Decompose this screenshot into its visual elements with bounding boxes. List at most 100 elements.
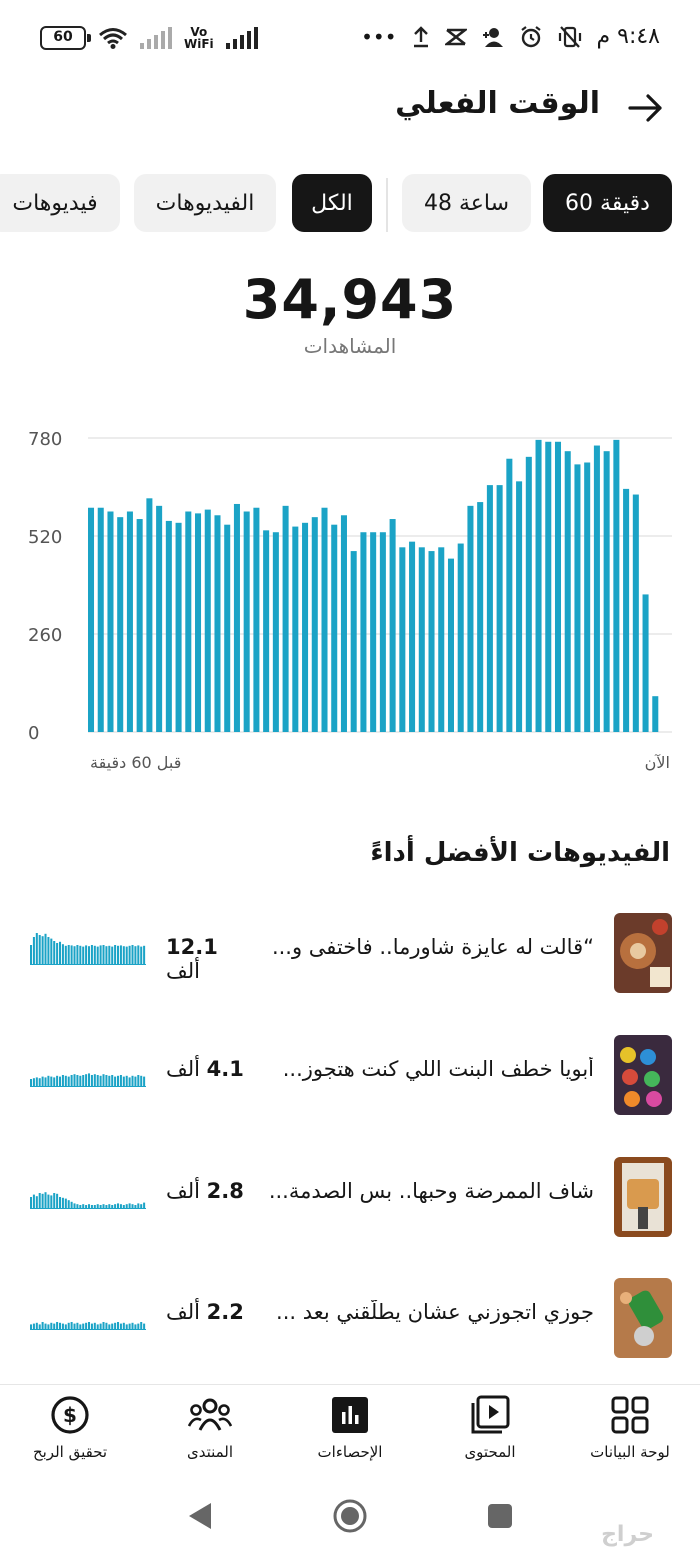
chart-bar[interactable] bbox=[321, 507, 328, 732]
sparkline-bar bbox=[38, 1193, 41, 1209]
sparkline-bar bbox=[73, 946, 76, 965]
video-views-number: 4.1 bbox=[206, 1057, 244, 1081]
tab-all[interactable]: الكل bbox=[292, 174, 372, 232]
chart-bar[interactable] bbox=[418, 547, 425, 732]
chart-bar[interactable] bbox=[233, 503, 240, 732]
chart-bar[interactable] bbox=[117, 517, 124, 732]
chart-bar[interactable] bbox=[486, 485, 493, 732]
chart-bar[interactable] bbox=[253, 507, 260, 732]
chart-bar[interactable] bbox=[564, 451, 571, 732]
vowifi-indicator: Vo WiFi bbox=[184, 26, 214, 50]
tab-48-hours[interactable]: 48 ساعة bbox=[402, 174, 531, 232]
chart-bar[interactable] bbox=[292, 526, 299, 732]
video-views: 4.1 ألف bbox=[166, 1057, 246, 1081]
chart-bar[interactable] bbox=[574, 464, 581, 732]
chart-bar[interactable] bbox=[554, 441, 562, 732]
chart-bar[interactable] bbox=[525, 456, 532, 732]
system-recents-button[interactable] bbox=[478, 1494, 522, 1538]
chart-bar[interactable] bbox=[224, 524, 231, 732]
chart-bar[interactable] bbox=[593, 445, 600, 732]
chart-bar[interactable] bbox=[477, 502, 484, 732]
video-thumbnail bbox=[614, 1035, 672, 1115]
tab-60-minutes[interactable]: 60 دقيقة bbox=[543, 174, 672, 232]
video-row[interactable]: أبويا خطف البنت اللي كنت هتجوز... 4.1 أل… bbox=[0, 1035, 700, 1115]
chart-bar[interactable] bbox=[126, 511, 133, 733]
sparkline-bar bbox=[32, 1078, 35, 1087]
chart-bar[interactable] bbox=[652, 696, 659, 732]
chart-bar[interactable] bbox=[535, 439, 542, 732]
nav-analytics[interactable]: الإحصاءات bbox=[285, 1393, 415, 1461]
tab-videos-2[interactable]: فيديوهات bbox=[0, 174, 120, 232]
chart-bar[interactable] bbox=[428, 551, 435, 732]
chart-bar[interactable] bbox=[302, 522, 309, 732]
chart-bar[interactable] bbox=[506, 458, 513, 732]
chart-bar[interactable] bbox=[243, 511, 250, 733]
sparkline-bar bbox=[50, 1322, 53, 1330]
chart-bar[interactable] bbox=[447, 558, 454, 732]
chart-bar[interactable] bbox=[136, 519, 143, 732]
chart-bar[interactable] bbox=[195, 513, 202, 732]
tab-videos[interactable]: الفيديوهات bbox=[134, 174, 276, 232]
chart-bar[interactable] bbox=[107, 511, 114, 733]
chart-x-start-label: قبل 60 دقيقة bbox=[90, 753, 181, 772]
video-row[interactable]: شاف الممرضة وحبها.. بس الصدمة... 2.8 ألف bbox=[0, 1157, 700, 1237]
chart-bar[interactable] bbox=[370, 532, 377, 732]
chart-bar[interactable] bbox=[311, 517, 318, 732]
sparkline-bar bbox=[59, 941, 62, 965]
chart-bar[interactable] bbox=[379, 532, 386, 732]
system-back-button[interactable] bbox=[178, 1494, 222, 1538]
nav-content[interactable]: المحتوى bbox=[425, 1393, 555, 1461]
chart-bar[interactable] bbox=[632, 494, 639, 732]
chart-bar[interactable] bbox=[584, 462, 591, 733]
nav-monetization[interactable]: $ تحقيق الربح bbox=[5, 1393, 135, 1461]
chart-bar[interactable] bbox=[156, 505, 163, 732]
video-thumbnail bbox=[614, 1278, 672, 1358]
chart-bar[interactable] bbox=[613, 439, 620, 732]
chart-bar[interactable] bbox=[409, 541, 416, 732]
chart-bar[interactable] bbox=[214, 515, 221, 732]
chart-bar[interactable] bbox=[331, 524, 338, 732]
chart-bar[interactable] bbox=[263, 530, 270, 732]
chart-bar[interactable] bbox=[399, 547, 406, 732]
chart-bar[interactable] bbox=[457, 543, 464, 732]
chart-bar[interactable] bbox=[88, 507, 95, 732]
chart-bar[interactable] bbox=[350, 551, 357, 732]
sparkline-bar bbox=[44, 1077, 47, 1087]
sparkline-bar bbox=[61, 1075, 64, 1087]
content-icon bbox=[425, 1393, 555, 1437]
sparkline-bar bbox=[114, 1322, 117, 1330]
chart-bar[interactable] bbox=[623, 488, 630, 732]
back-button[interactable] bbox=[620, 82, 672, 134]
sparkline-bar bbox=[125, 946, 128, 965]
chart-bar[interactable] bbox=[204, 509, 211, 732]
chart-bar[interactable] bbox=[360, 532, 367, 732]
chart-bar[interactable] bbox=[146, 498, 153, 732]
sparkline-bar bbox=[140, 946, 143, 965]
chart-bar[interactable] bbox=[340, 515, 347, 732]
sparkline-bar bbox=[102, 945, 105, 965]
chart-bar[interactable] bbox=[642, 594, 649, 732]
sparkline-bar bbox=[38, 935, 41, 965]
chart-bar[interactable] bbox=[467, 505, 474, 732]
chart-bar[interactable] bbox=[165, 520, 172, 732]
chart-bar[interactable] bbox=[545, 441, 552, 732]
video-row[interactable]: جوزي اتجوزني عشان يطلّقني بعد ... 2.2 أل… bbox=[0, 1278, 700, 1358]
chart-bar[interactable] bbox=[175, 522, 182, 732]
chart-bar[interactable] bbox=[516, 481, 523, 732]
watermark-logo: حراج bbox=[601, 1522, 654, 1547]
system-home-button[interactable] bbox=[328, 1494, 372, 1538]
chart-bar[interactable] bbox=[438, 547, 445, 732]
video-title: جوزي اتجوزني عشان يطلّقني بعد ... bbox=[276, 1300, 594, 1324]
nav-dashboard[interactable]: لوحة البيانات bbox=[565, 1393, 695, 1461]
chart-bar[interactable] bbox=[603, 451, 610, 732]
chart-bar[interactable] bbox=[282, 505, 289, 732]
chart-bar[interactable] bbox=[389, 519, 396, 732]
analytics-icon bbox=[285, 1393, 415, 1437]
chart-bar[interactable] bbox=[97, 507, 104, 732]
chart-bar[interactable] bbox=[272, 532, 279, 732]
chart-bar[interactable] bbox=[185, 511, 192, 733]
chart-bar[interactable] bbox=[496, 485, 503, 732]
nav-community[interactable]: المنتدى bbox=[145, 1393, 275, 1461]
sparkline-bar bbox=[131, 945, 134, 965]
video-row[interactable]: “قالت له عايزة شاورما.. فاختفى و... 12.1… bbox=[0, 913, 700, 993]
